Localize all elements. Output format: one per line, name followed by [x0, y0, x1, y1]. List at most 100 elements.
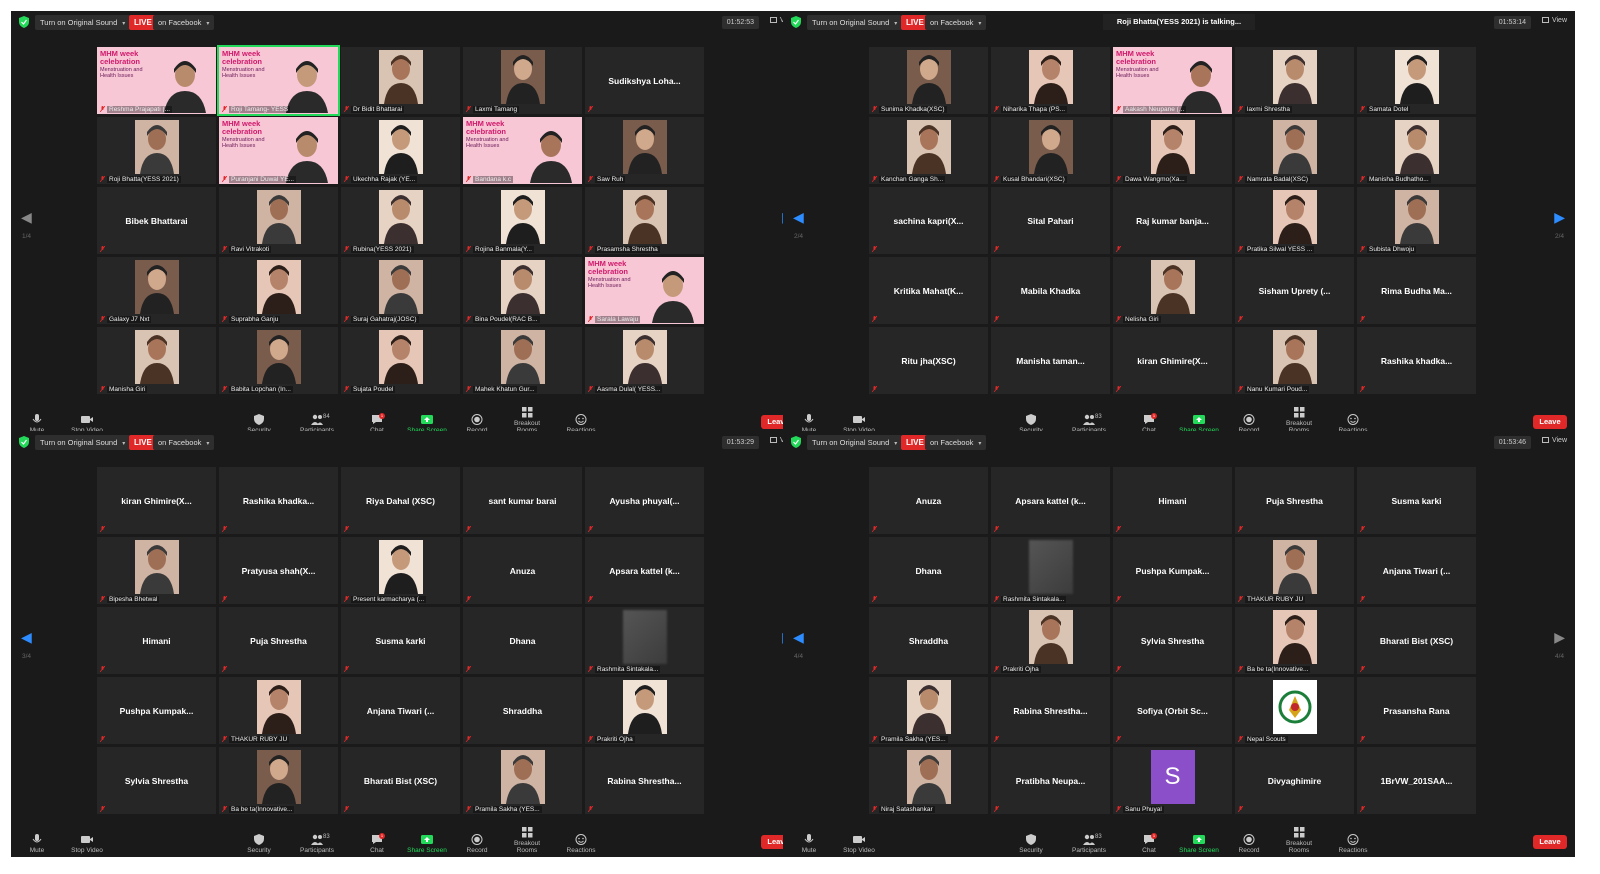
participant-tile[interactable]: Kusal Bhandari(XSC) — [991, 117, 1110, 184]
participant-tile[interactable]: Sudikshya Loha... — [585, 47, 704, 114]
shield-icon[interactable] — [791, 436, 801, 448]
leave-button[interactable]: Leave — [1533, 415, 1567, 429]
facebook-stream-button[interactable]: on Facebook ▾ — [925, 15, 987, 30]
security-button[interactable]: Security — [239, 834, 279, 854]
share-screen-button[interactable]: Share Screen — [1179, 834, 1219, 854]
participant-tile[interactable]: Himani — [97, 607, 216, 674]
participant-tile[interactable]: Rabina Shrestha... — [585, 747, 704, 814]
shield-icon[interactable] — [791, 16, 801, 28]
participant-tile[interactable]: Shraddha — [869, 607, 988, 674]
participant-tile[interactable]: Pramila Sakha (YES... — [869, 677, 988, 744]
participant-tile[interactable]: Rabina Shrestha... — [991, 677, 1110, 744]
participant-tile[interactable]: Susma karki — [1357, 467, 1476, 534]
caret-down-icon[interactable]: ▾ — [894, 21, 897, 27]
participant-tile[interactable]: S Sanu Phuyal — [1113, 747, 1232, 814]
reactions-button[interactable]: Reactions — [1333, 834, 1373, 854]
participant-tile[interactable]: kiran Ghimire(X... — [1113, 327, 1232, 394]
participant-tile[interactable]: Dhana — [463, 607, 582, 674]
participant-tile[interactable]: THAKUR RUBY JU — [219, 677, 338, 744]
participant-tile[interactable]: MHM week celebration Menstruation and Hea… — [217, 45, 340, 116]
prev-page-arrow-icon[interactable]: ◀ — [21, 209, 32, 226]
participant-tile[interactable]: Namrata Badal(XSC) — [1235, 117, 1354, 184]
participant-tile[interactable]: Dhana — [869, 537, 988, 604]
participant-tile[interactable]: Sujata Poudel — [341, 327, 460, 394]
participant-tile[interactable]: Apsara kattel (k... — [585, 537, 704, 604]
participant-tile[interactable]: Pramila Sakha (YES... — [463, 747, 582, 814]
caret-down-icon[interactable]: ▾ — [206, 21, 209, 27]
original-sound-button[interactable]: Turn on Original Sound ▾ — [35, 15, 131, 30]
participant-tile[interactable]: MHM week celebration Menstruation and Hea… — [97, 47, 216, 114]
participant-tile[interactable]: Puja Shrestha — [1235, 467, 1354, 534]
participant-tile[interactable]: Ayusha phuyal(... — [585, 467, 704, 534]
participant-tile[interactable]: Sylvia Shrestha — [97, 747, 216, 814]
caret-down-icon[interactable]: ▾ — [894, 441, 897, 447]
participant-tile[interactable]: Dawa Wangmo(Xa... — [1113, 117, 1232, 184]
participant-tile[interactable]: Divyaghimire — [1235, 747, 1354, 814]
participant-tile[interactable]: Shraddha — [463, 677, 582, 744]
participant-tile[interactable]: Sofiya (Orbit Sc... — [1113, 677, 1232, 744]
participant-tile[interactable]: Suprabha Ganju — [219, 257, 338, 324]
participant-tile[interactable]: Ba be ta(Innovative... — [1235, 607, 1354, 674]
participant-tile[interactable]: Pushpa Kumpak... — [1113, 537, 1232, 604]
chat-button[interactable]: Chat 1 — [357, 833, 397, 854]
participant-tile[interactable]: Mahek Khatun Gur... — [463, 327, 582, 394]
participant-tile[interactable]: Aasma Dulal( YESS... — [585, 327, 704, 394]
participants-button[interactable]: Participants 83 — [1069, 834, 1109, 854]
participant-tile[interactable]: Anuza — [463, 537, 582, 604]
participant-tile[interactable]: Pushpa Kumpak... — [97, 677, 216, 744]
participant-tile[interactable]: Kanchan Ganga Sh... — [869, 117, 988, 184]
next-page-arrow-icon[interactable]: ▶ — [1554, 629, 1565, 646]
participant-tile[interactable]: Riya Dahal (XSC) — [341, 467, 460, 534]
view-button[interactable]: View — [1541, 437, 1567, 444]
original-sound-button[interactable]: Turn on Original Sound ▾ — [807, 15, 903, 30]
prev-page-arrow-icon[interactable]: ◀ — [793, 629, 804, 646]
participant-tile[interactable]: Manisha Giri — [97, 327, 216, 394]
participant-tile[interactable]: Niharika Thapa (PS... — [991, 47, 1110, 114]
facebook-stream-button[interactable]: on Facebook ▾ — [925, 435, 987, 450]
security-button[interactable]: Security — [1011, 834, 1051, 854]
participant-tile[interactable]: laxmi Shrestha — [1235, 47, 1354, 114]
participant-tile[interactable]: Rashmita Sintakala... — [585, 607, 704, 674]
participant-tile[interactable]: Present karmacharya (... — [341, 537, 460, 604]
participant-tile[interactable]: Pratibha Neupa... — [991, 747, 1110, 814]
participant-tile[interactable]: Prasamsha Shrestha — [585, 187, 704, 254]
participant-tile[interactable]: Rashmita Sintakala... — [991, 537, 1110, 604]
participant-tile[interactable]: Prakriti Ojha — [991, 607, 1110, 674]
caret-down-icon[interactable]: ▾ — [122, 441, 125, 447]
participant-tile[interactable]: MHM week celebration Menstruation and Hea… — [219, 117, 338, 184]
participant-tile[interactable]: Subista Dhwoju — [1357, 187, 1476, 254]
stop-video-button[interactable]: Stop Video — [67, 834, 107, 854]
participant-tile[interactable]: Ukechha Rajak (YE... — [341, 117, 460, 184]
original-sound-button[interactable]: Turn on Original Sound ▾ — [35, 435, 131, 450]
participant-tile[interactable]: Sunima Khadka(XSC) — [869, 47, 988, 114]
participant-tile[interactable]: MHM week celebration Menstruation and Hea… — [585, 257, 704, 324]
participant-tile[interactable]: Rojina Banmala(Y... — [463, 187, 582, 254]
participant-tile[interactable]: Raj kumar banja... — [1113, 187, 1232, 254]
participant-tile[interactable]: Rashika khadka... — [219, 467, 338, 534]
participant-tile[interactable]: Bina Poudel(RAC B... — [463, 257, 582, 324]
participant-tile[interactable]: Nelisha Giri — [1113, 257, 1232, 324]
participant-tile[interactable]: Suraj Gahatraj(JOSC) — [341, 257, 460, 324]
participant-tile[interactable]: Bharati Bist (XSC) — [1357, 607, 1476, 674]
participant-tile[interactable]: Rubina(YESS 2021) — [341, 187, 460, 254]
participant-tile[interactable]: Nanu Kumari Poud... — [1235, 327, 1354, 394]
participant-tile[interactable]: Sisham Uprety (... — [1235, 257, 1354, 324]
participant-tile[interactable]: kiran Ghimire(X... — [97, 467, 216, 534]
facebook-stream-button[interactable]: on Facebook ▾ — [153, 435, 215, 450]
stop-video-button[interactable]: Stop Video — [839, 834, 879, 854]
participant-tile[interactable]: Pratika Silwal YESS ... — [1235, 187, 1354, 254]
participant-tile[interactable]: Manisha taman... — [991, 327, 1110, 394]
participant-tile[interactable]: Niraj Satashankar — [869, 747, 988, 814]
participant-tile[interactable]: Rima Budha Ma... — [1357, 257, 1476, 324]
participant-tile[interactable]: Bharati Bist (XSC) — [341, 747, 460, 814]
participant-tile[interactable]: Samata Dotel — [1357, 47, 1476, 114]
record-button[interactable]: Record — [457, 834, 497, 854]
participant-tile[interactable]: Puja Shrestha — [219, 607, 338, 674]
prev-page-arrow-icon[interactable]: ◀ — [21, 629, 32, 646]
participant-tile[interactable]: Kritika Mahat(K... — [869, 257, 988, 324]
participant-tile[interactable]: Apsara kattel (k... — [991, 467, 1110, 534]
mute-button[interactable]: Mute — [17, 834, 57, 854]
participant-tile[interactable]: Bibek Bhattarai — [97, 187, 216, 254]
next-page-arrow-icon[interactable]: ▶ — [1554, 209, 1565, 226]
share-screen-button[interactable]: Share Screen — [407, 834, 447, 854]
